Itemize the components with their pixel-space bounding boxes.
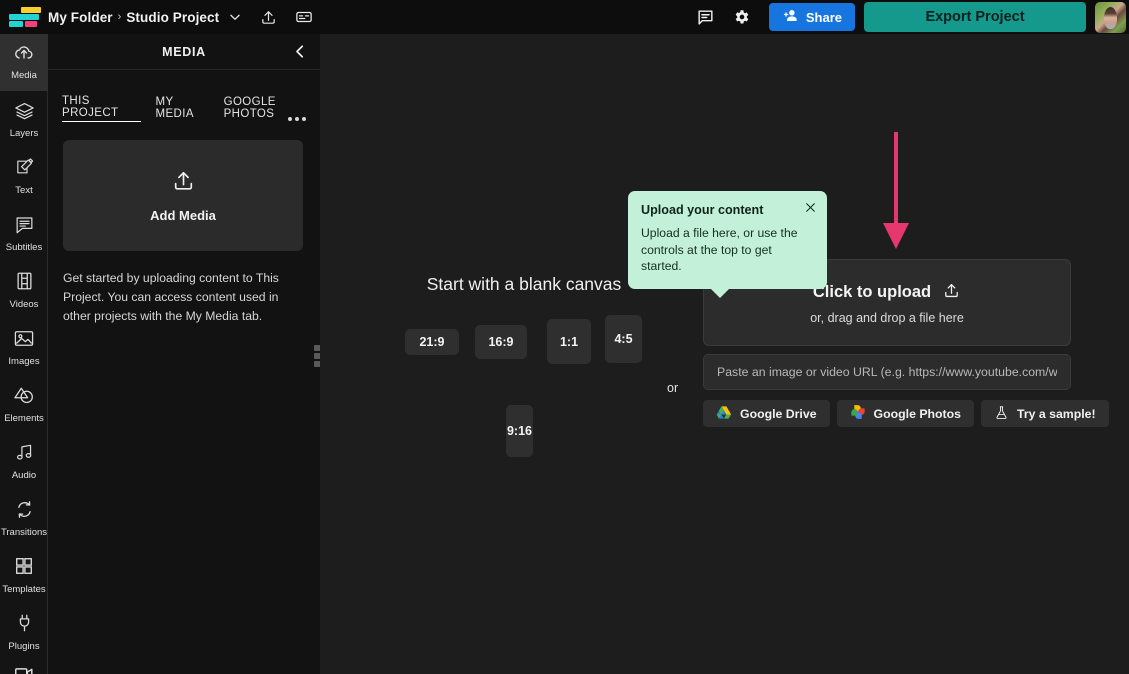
or-separator-label: or (667, 381, 679, 395)
sidebar-item-recordings[interactable] (0, 661, 48, 674)
tooltip-body: Upload a file here, or use the controls … (641, 226, 798, 273)
blank-canvas-title: Start with a blank canvas (426, 274, 622, 294)
gear-icon[interactable] (733, 8, 751, 26)
avatar[interactable] (1095, 1, 1126, 33)
share-button-label: Share (805, 9, 842, 25)
add-person-icon (782, 8, 799, 26)
close-icon[interactable] (804, 201, 817, 219)
transitions-loop-icon (14, 500, 35, 524)
chevron-left-collapse-icon[interactable] (291, 42, 309, 66)
sidebar-item-plugins[interactable]: Plugins (0, 604, 48, 661)
app-logo[interactable] (0, 0, 48, 34)
sidebar-item-media[interactable]: Media (0, 34, 48, 91)
upload-arrow-icon (942, 281, 961, 305)
google-photos-icon (850, 404, 866, 423)
sidebar-item-label: Transitions (0, 526, 48, 538)
tab-this-project[interactable]: THIS PROJECT (62, 95, 142, 122)
sidebar-item-label: Subtitles (5, 241, 43, 253)
sidebar-item-label: Layers (9, 127, 39, 139)
sidebar-item-templates[interactable]: Templates (0, 547, 48, 604)
click-to-upload-label: Click to upload (812, 283, 932, 301)
ratio-button-21-9[interactable]: 21:9 (405, 329, 459, 355)
sidebar-item-label: Media (11, 70, 37, 81)
sidebar-item-label: Audio (11, 469, 37, 481)
add-media-button[interactable]: Add Media (63, 140, 303, 251)
sidebar-item-videos[interactable]: Videos (0, 262, 48, 319)
subtitles-icon (14, 215, 35, 239)
panel-more-options-icon[interactable] (288, 117, 306, 121)
left-rail: Media Layers Text Subtitles Videos Image… (0, 34, 48, 674)
video-camera-icon (13, 665, 35, 674)
tab-my-media[interactable]: MY MEDIA (155, 96, 209, 122)
chevron-down-icon[interactable] (228, 10, 242, 24)
google-drive-icon (716, 405, 732, 423)
sidebar-item-label: Videos (9, 299, 39, 310)
annotation-arrow-icon (880, 130, 912, 257)
sidebar-item-label: Plugins (8, 641, 40, 652)
click-to-upload-row: Click to upload (813, 281, 961, 305)
app-root: My Folder › Studio Project Share Export … (0, 0, 1129, 674)
sidebar-item-label: Text (15, 185, 33, 196)
layers-icon (14, 101, 35, 125)
sidebar-item-label: Elements (4, 412, 44, 424)
sidebar-item-images[interactable]: Images (0, 319, 48, 376)
google-photos-label: Google Photos (873, 406, 961, 421)
upload-tooltip: Upload your content Upload a file here, … (628, 191, 827, 297)
media-panel-header: MEDIA (48, 34, 320, 70)
music-note-icon (14, 443, 35, 467)
ratio-button-4-5[interactable]: 4:5 (605, 315, 642, 363)
share-button[interactable]: Share (768, 3, 855, 31)
google-photos-button[interactable]: Google Photos (836, 400, 974, 427)
sidebar-item-text[interactable]: Text (0, 148, 48, 205)
flask-icon (994, 405, 1009, 423)
add-media-label: Add Media (150, 208, 216, 223)
sidebar-item-subtitles[interactable]: Subtitles (0, 205, 48, 262)
text-edit-icon (14, 157, 35, 182)
media-tabs: THIS PROJECT MY MEDIA GOOGLE PHOTOS (48, 70, 320, 122)
google-drive-label: Google Drive (740, 406, 817, 421)
sidebar-item-layers[interactable]: Layers (0, 91, 48, 148)
breadcrumb-folder[interactable]: My Folder (48, 10, 113, 25)
upload-arrow-icon (171, 168, 196, 198)
sidebar-item-transitions[interactable]: Transitions (0, 490, 48, 547)
sidebar-item-elements[interactable]: Elements (0, 376, 48, 433)
media-panel-hint: Get started by uploading content to This… (63, 271, 279, 323)
sidebar-item-label: Templates (2, 584, 46, 595)
media-panel: MEDIA THIS PROJECT MY MEDIA GOOGLE PHOTO… (48, 34, 320, 674)
try-a-sample-label: Try a sample! (1017, 406, 1096, 421)
feedback-comment-icon[interactable] (696, 8, 715, 27)
top-bar: My Folder › Studio Project Share Export … (0, 0, 1129, 34)
share-upload-icon[interactable] (260, 9, 277, 26)
plug-icon (15, 613, 34, 638)
notes-icon[interactable] (295, 8, 313, 26)
film-strip-icon (15, 271, 34, 296)
export-project-button[interactable]: Export Project (864, 2, 1086, 32)
elements-shapes-icon (13, 386, 35, 410)
breadcrumb-separator: › (117, 11, 122, 23)
try-a-sample-button[interactable]: Try a sample! (981, 400, 1109, 427)
tooltip-title: Upload your content (641, 203, 764, 217)
drag-drop-hint: or, drag and drop a file here (810, 310, 964, 325)
google-drive-button[interactable]: Google Drive (703, 400, 830, 427)
app-logo-icon (8, 6, 41, 28)
sidebar-item-label: Images (8, 355, 40, 367)
ratio-button-16-9[interactable]: 16:9 (475, 325, 527, 359)
cloud-upload-icon (13, 44, 35, 67)
source-buttons-row: Google Drive Google Photos Try a sample! (703, 400, 1109, 427)
sidebar-item-audio[interactable]: Audio (0, 433, 48, 490)
url-input[interactable] (703, 354, 1071, 390)
image-icon (13, 329, 35, 353)
breadcrumb-project[interactable]: Studio Project (126, 10, 219, 25)
panel-title: MEDIA (162, 44, 206, 59)
templates-grid-icon (14, 556, 34, 581)
ratio-button-9-16[interactable]: 9:16 (506, 405, 533, 457)
canvas-area: Start with a blank canvas 21:9 16:9 1:1 … (320, 34, 1129, 674)
ratio-button-1-1[interactable]: 1:1 (547, 319, 591, 364)
